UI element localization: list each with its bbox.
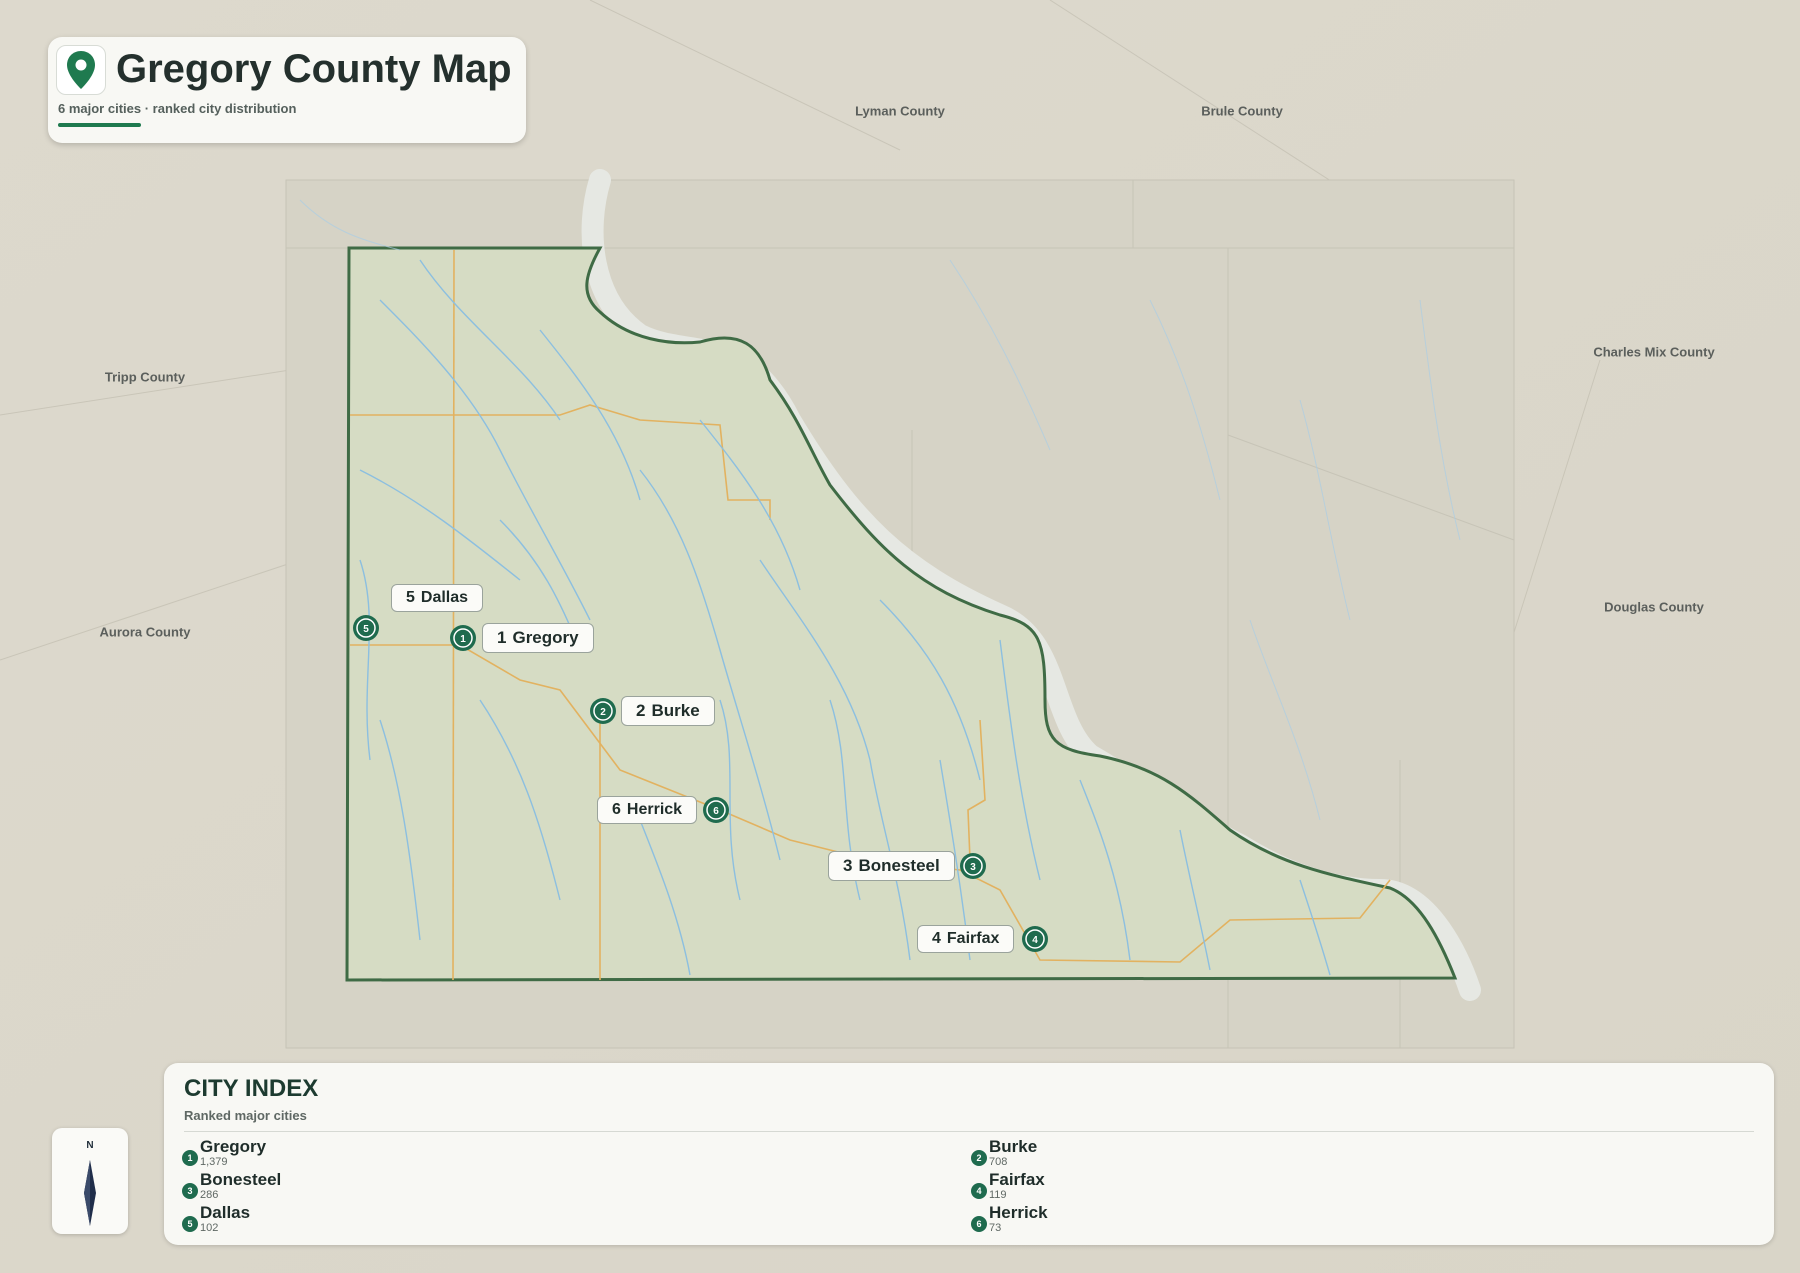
compass-north-label: N — [86, 1140, 94, 1151]
index-city-name: Gregory — [200, 1137, 267, 1156]
city-label-herrick[interactable]: 6 Herrick — [597, 796, 698, 824]
city-index-divider — [184, 1131, 1754, 1132]
rank-badge: 5 — [182, 1216, 198, 1232]
city-label-fairfax[interactable]: 4 Fairfax — [917, 925, 1015, 953]
index-city-name: Herrick — [989, 1203, 1048, 1222]
rank-badge: 3 — [182, 1183, 198, 1199]
city-label-bonesteel[interactable]: 3 Bonesteel — [828, 851, 955, 881]
page-subtitle: 6 major cities · ranked city distributio… — [58, 101, 297, 116]
city-marker-rank: 6 — [713, 806, 719, 817]
title-accent-bar — [58, 123, 141, 127]
rank-badge: 4 — [971, 1183, 987, 1199]
city-marker-rank: 2 — [600, 707, 606, 718]
index-city-name: Dallas — [200, 1203, 251, 1222]
city-index-subtitle: Ranked major cities — [184, 1108, 307, 1123]
city-label-gregory[interactable]: 1 Gregory — [482, 623, 594, 653]
compass-needle-icon — [84, 1160, 96, 1226]
title-card: Gregory County Map 6 major cities · rank… — [48, 37, 526, 143]
index-city-population: 119 — [989, 1189, 1007, 1201]
neighbor-label-aurora: Aurora County — [99, 624, 191, 640]
city-label-dallas[interactable]: 5 Dallas — [391, 584, 484, 612]
city-marker-gregory[interactable]: 1 — [450, 625, 476, 651]
neighbor-label-tripp: Tripp County — [104, 369, 186, 385]
city-label-burke[interactable]: 2 Burke — [621, 696, 715, 726]
city-marker-bonesteel[interactable]: 3 — [960, 853, 986, 879]
compass: N — [52, 1128, 128, 1234]
city-marker-burke[interactable]: 2 — [590, 698, 616, 724]
city-marker-rank: 5 — [363, 624, 369, 635]
city-marker-herrick[interactable]: 6 — [703, 797, 729, 823]
city-marker-rank: 4 — [1032, 935, 1038, 946]
index-city-name: Bonesteel — [200, 1170, 282, 1189]
city-marker-rank: 1 — [460, 634, 466, 645]
neighbor-label-brule: Brule County — [1201, 103, 1283, 119]
rank-badge: 6 — [971, 1216, 987, 1232]
index-city-population: 73 — [989, 1222, 1002, 1234]
index-city-name: Burke — [989, 1137, 1038, 1156]
city-index-panel: CITY INDEX Ranked major cities 1 Gregory… — [164, 1063, 1774, 1245]
city-marker-dallas[interactable]: 5 — [353, 615, 379, 641]
page-title: Gregory County Map — [116, 47, 512, 91]
city-index-title: CITY INDEX — [184, 1075, 319, 1102]
rank-badge: 2 — [971, 1150, 987, 1166]
index-city-population: 1,379 — [200, 1156, 228, 1168]
neighbor-label-charles-mix: Charles Mix County — [1593, 344, 1715, 360]
index-city-name: Fairfax — [989, 1170, 1045, 1189]
neighbor-label-lyman: Lyman County — [855, 103, 945, 119]
rank-badge: 1 — [182, 1150, 198, 1166]
city-marker-rank: 3 — [970, 862, 976, 873]
index-city-population: 708 — [989, 1156, 1008, 1168]
index-city-population: 286 — [200, 1189, 219, 1201]
city-marker-fairfax[interactable]: 4 — [1022, 926, 1048, 952]
index-city-population: 102 — [200, 1222, 219, 1234]
map-pin-icon — [56, 45, 106, 95]
neighbor-label-douglas: Douglas County — [1604, 599, 1704, 615]
